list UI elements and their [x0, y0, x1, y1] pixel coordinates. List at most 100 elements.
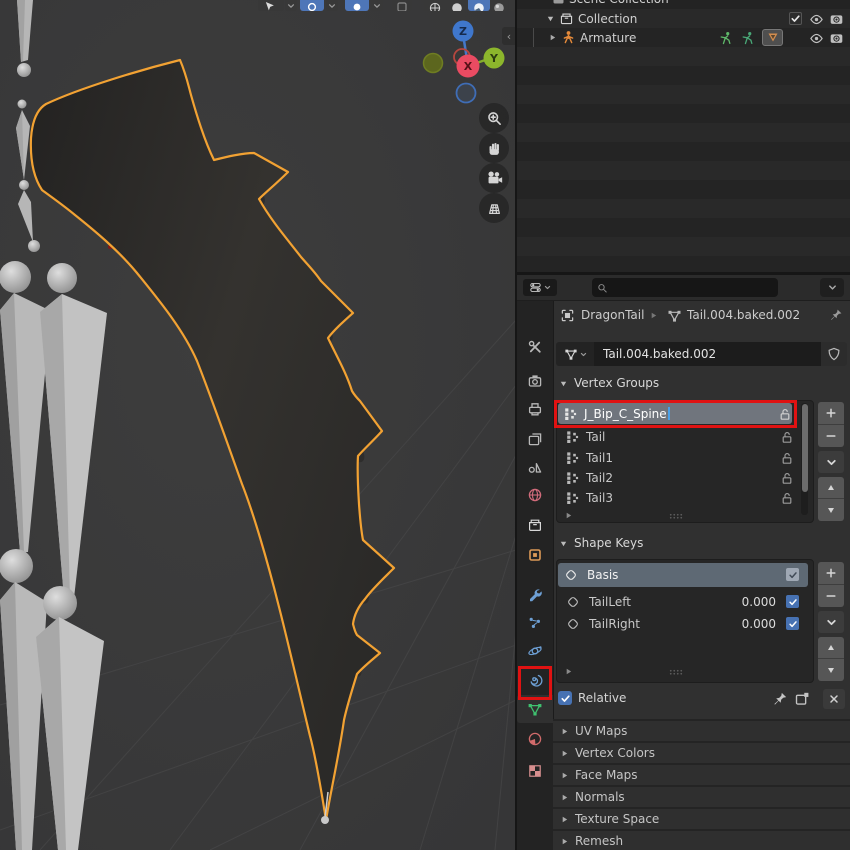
- pan-view-button[interactable]: [479, 133, 509, 163]
- sk-remove-button[interactable]: [818, 585, 844, 607]
- list-resize-grip-icon[interactable]: [669, 668, 683, 676]
- vg-specials-menu-button[interactable]: [818, 451, 844, 473]
- panel-face-maps[interactable]: Face Maps: [553, 765, 850, 785]
- tab-view-layer[interactable]: [517, 425, 553, 453]
- zoom-view-button[interactable]: [479, 103, 509, 133]
- list-filter-expand-icon[interactable]: [564, 667, 573, 676]
- list-filter-expand-icon[interactable]: [564, 511, 573, 520]
- armature-data-icon[interactable]: [740, 31, 755, 46]
- shape-key-enabled-checkbox[interactable]: [786, 595, 799, 608]
- snap-dropdown[interactable]: [326, 0, 338, 11]
- vertex-groups-panel-header[interactable]: Vertex Groups: [553, 373, 850, 393]
- camera-visibility-icon[interactable]: [829, 12, 844, 27]
- lock-open-icon[interactable]: [780, 430, 794, 444]
- relative-checkbox[interactable]: [558, 691, 572, 705]
- panel-remesh[interactable]: Remesh: [553, 831, 850, 850]
- perspective-toggle-button[interactable]: [479, 193, 509, 223]
- vertex-group-row[interactable]: Tail3: [558, 488, 792, 508]
- orientation-gizmo[interactable]: Z Y X: [422, 12, 514, 104]
- clear-shape-keys-button[interactable]: [823, 689, 845, 709]
- filter-dropdown-button[interactable]: [820, 278, 844, 297]
- panel-normals[interactable]: Normals: [553, 787, 850, 807]
- shape-keys-panel-header[interactable]: Shape Keys: [553, 533, 850, 553]
- sidebar-toggle[interactable]: ‹: [502, 27, 516, 45]
- pin-shape-key-icon[interactable]: [772, 691, 788, 707]
- tab-render[interactable]: [517, 367, 553, 395]
- search-input[interactable]: [611, 279, 778, 296]
- vertex-group-row[interactable]: Tail: [558, 427, 792, 447]
- editor-type-selector[interactable]: [523, 279, 557, 296]
- fake-user-shield-button[interactable]: [821, 342, 847, 366]
- select-tool-button[interactable]: [258, 0, 284, 11]
- camera-view-button[interactable]: [479, 163, 509, 193]
- shape-key-enabled-checkbox[interactable]: [786, 568, 799, 581]
- tab-physics[interactable]: [517, 637, 553, 665]
- vg-remove-button[interactable]: [818, 425, 844, 447]
- shape-key-row-selected[interactable]: Basis: [558, 563, 808, 587]
- tab-tool[interactable]: [517, 333, 553, 361]
- render-region-button[interactable]: [392, 0, 412, 11]
- outliner-row-collection[interactable]: Collection: [517, 9, 850, 28]
- shading-material-button[interactable]: [468, 0, 490, 11]
- shape-key-enabled-checkbox[interactable]: [786, 617, 799, 630]
- tab-output[interactable]: [517, 395, 553, 423]
- collection-checkbox[interactable]: [789, 12, 802, 25]
- datablock-name-field[interactable]: [594, 342, 821, 366]
- tab-object-data[interactable]: [517, 695, 553, 723]
- shading-solid-button[interactable]: [446, 0, 468, 11]
- breadcrumb-object[interactable]: DragonTail: [581, 308, 644, 322]
- tab-collection[interactable]: [517, 511, 553, 539]
- tab-texture[interactable]: [517, 757, 553, 785]
- hide-eye-icon[interactable]: [809, 12, 824, 27]
- armature-pose-icon[interactable]: [718, 31, 733, 46]
- shape-key-row[interactable]: TailRight 0.000: [558, 613, 808, 635]
- lock-open-icon[interactable]: [780, 471, 794, 485]
- datablock-type-dropdown[interactable]: [556, 342, 594, 366]
- lock-open-icon[interactable]: [780, 491, 794, 505]
- sk-add-button[interactable]: [818, 562, 844, 585]
- outliner-row-scene-collection[interactable]: Scene Collection: [517, 0, 850, 8]
- vg-scrollbar-thumb[interactable]: [801, 404, 808, 492]
- vertex-group-row[interactable]: Tail1: [558, 448, 792, 468]
- breadcrumb-data[interactable]: Tail.004.baked.002: [687, 308, 800, 322]
- shape-key-value[interactable]: 0.000: [708, 595, 776, 609]
- panel-expand-icon[interactable]: [559, 379, 568, 388]
- active-mesh-data-badge[interactable]: [762, 29, 783, 46]
- lock-open-icon[interactable]: [780, 451, 794, 465]
- list-resize-grip-icon[interactable]: [669, 512, 683, 520]
- pin-icon[interactable]: [829, 308, 843, 322]
- tab-particles[interactable]: [517, 609, 553, 637]
- sk-specials-menu-button[interactable]: [818, 611, 844, 633]
- vertex-mask-icon[interactable]: [794, 691, 810, 707]
- vertex-group-name-editing[interactable]: J_Bip_C_Spine: [584, 407, 667, 421]
- snap-toggle-button[interactable]: [300, 0, 324, 11]
- panel-expand-icon[interactable]: [559, 539, 568, 548]
- vg-move-down-button[interactable]: [818, 499, 844, 521]
- tab-constraints[interactable]: [517, 665, 553, 693]
- proportional-editing-button[interactable]: [345, 0, 369, 11]
- camera-visibility-icon[interactable]: [829, 31, 844, 46]
- panel-vertex-colors[interactable]: Vertex Colors: [553, 743, 850, 763]
- sk-move-down-button[interactable]: [818, 659, 844, 681]
- proportional-dropdown[interactable]: [371, 0, 383, 11]
- tab-world[interactable]: [517, 481, 553, 509]
- vg-move-up-button[interactable]: [818, 477, 844, 499]
- sk-move-up-button[interactable]: [818, 637, 844, 659]
- vertex-group-row[interactable]: Tail2: [558, 468, 792, 488]
- outliner-row-armature[interactable]: Armature: [517, 28, 850, 47]
- disclosure-down-icon[interactable]: [546, 14, 555, 23]
- panel-uv-maps[interactable]: UV Maps: [553, 721, 850, 741]
- disclosure-right-icon[interactable]: [548, 33, 557, 42]
- panel-texture-space[interactable]: Texture Space: [553, 809, 850, 829]
- shape-key-value[interactable]: 0.000: [708, 617, 776, 631]
- search-box[interactable]: [592, 278, 778, 297]
- vg-scrollbar-track[interactable]: [801, 403, 808, 515]
- tab-object[interactable]: [517, 541, 553, 569]
- lock-open-icon[interactable]: [778, 407, 792, 421]
- tab-modifiers[interactable]: [517, 581, 553, 609]
- hide-eye-icon[interactable]: [809, 31, 824, 46]
- tab-material[interactable]: [517, 725, 553, 753]
- shape-key-row[interactable]: TailLeft 0.000: [558, 591, 808, 613]
- vertex-group-row-renaming[interactable]: J_Bip_C_Spine: [558, 403, 792, 424]
- vg-add-button[interactable]: [818, 402, 844, 425]
